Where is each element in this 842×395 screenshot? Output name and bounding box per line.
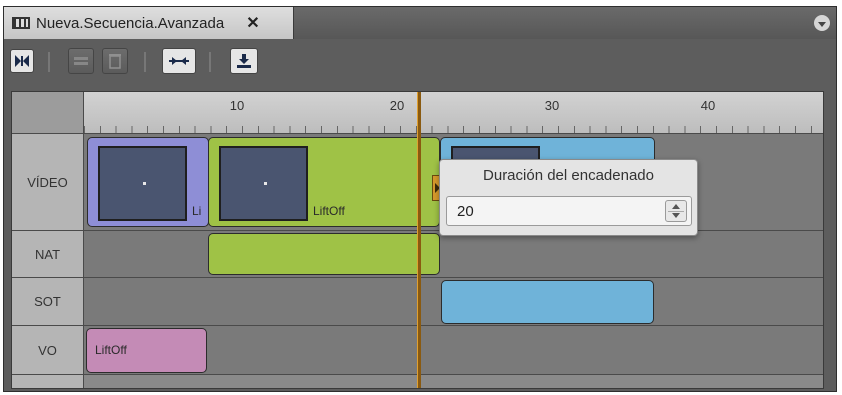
video-clip-1[interactable]: Li xyxy=(87,137,209,227)
track-label-nat[interactable]: NAT xyxy=(12,231,84,278)
track-nat xyxy=(84,231,823,278)
tab-sequence[interactable]: Nueva.Secuencia.Avanzada ✕ xyxy=(4,7,294,39)
clip-label: Li xyxy=(192,204,202,218)
split-clip-icon xyxy=(74,57,88,65)
duration-stepper[interactable] xyxy=(665,200,687,222)
clip-label: LiftOff xyxy=(313,204,345,218)
clip-thumbnail xyxy=(98,146,187,221)
transition-button[interactable] xyxy=(162,48,196,74)
download-icon xyxy=(237,54,251,68)
sequence-view-button[interactable] xyxy=(10,49,34,73)
download-button[interactable] xyxy=(230,48,258,74)
sequence-window: Nueva.Secuencia.Avanzada ✕ 10 20 30 40 V… xyxy=(3,6,837,392)
clip-label: LiftOff xyxy=(95,343,127,357)
close-icon[interactable]: ✕ xyxy=(246,13,259,33)
toolbar-separator xyxy=(48,52,50,72)
toolbar-separator xyxy=(209,52,211,72)
ruler-ticks xyxy=(84,126,823,133)
trash-icon xyxy=(109,54,121,69)
decrement-icon[interactable] xyxy=(672,213,680,218)
clip-thumbnail xyxy=(219,146,308,221)
track-label-vo[interactable]: VO xyxy=(12,326,84,375)
toolbar-separator xyxy=(144,52,146,72)
delete-button[interactable] xyxy=(102,48,128,74)
filmstrip-icon xyxy=(12,17,30,29)
popup-title: Duración del encadenado xyxy=(483,167,654,184)
ruler-label-40: 40 xyxy=(700,98,716,113)
ruler-label-20: 20 xyxy=(389,98,405,113)
timecode-ruler[interactable]: 10 20 30 40 xyxy=(84,92,823,134)
toolbar xyxy=(4,39,836,85)
ruler-label-10: 10 xyxy=(229,98,245,113)
track-label-sot[interactable]: SOT xyxy=(12,278,84,326)
duration-field[interactable]: 20 xyxy=(446,196,692,226)
duration-value: 20 xyxy=(457,203,474,220)
panel-menu-button[interactable] xyxy=(814,15,830,31)
transition-duration-popup: Duración del encadenado 20 xyxy=(439,159,698,236)
track-sot xyxy=(84,278,823,326)
playhead[interactable] xyxy=(417,92,421,388)
track-label-empty xyxy=(12,375,84,388)
track-label-video[interactable]: VÍDEO xyxy=(12,134,84,231)
split-clip-button[interactable] xyxy=(68,48,94,74)
timeline: 10 20 30 40 VÍDEO Li LiftOff NAT SOT VO … xyxy=(11,91,824,389)
increment-icon[interactable] xyxy=(672,204,680,209)
track-vo: LiftOff xyxy=(84,326,823,375)
nat-clip[interactable] xyxy=(208,233,440,275)
tab-title: Nueva.Secuencia.Avanzada xyxy=(36,14,225,32)
ruler-corner xyxy=(12,92,84,134)
video-clip-2[interactable]: LiftOff xyxy=(208,137,440,227)
sot-clip[interactable] xyxy=(441,280,654,324)
stepper-divider xyxy=(668,211,684,212)
track-empty xyxy=(84,375,823,388)
transition-icon xyxy=(169,57,189,65)
sequence-icon xyxy=(15,55,29,67)
ruler-label-30: 30 xyxy=(544,98,560,113)
tab-bar: Nueva.Secuencia.Avanzada ✕ xyxy=(4,7,836,39)
vo-clip[interactable]: LiftOff xyxy=(86,328,207,373)
